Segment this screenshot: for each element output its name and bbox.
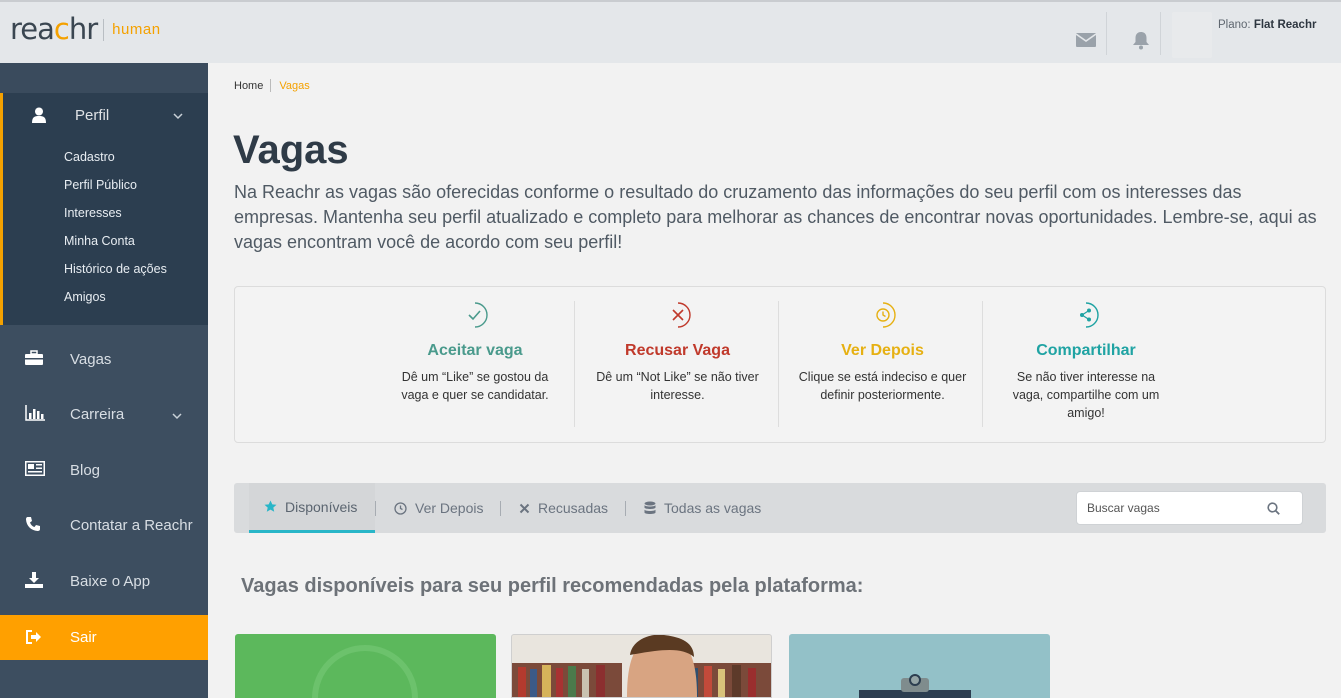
check-icon [461,301,489,329]
header-divider [1106,12,1107,55]
action-compartilhar: Compartilhar Se não tiver interesse na v… [1005,301,1167,422]
briefcase-icon [25,350,43,371]
sidebar-item-label: Blog [70,462,101,479]
phone-icon [25,516,41,537]
sidebar-item-contatar[interactable]: Contatar a Reachr [0,498,208,554]
actions-legend-card: Aceitar vaga Dê um “Like” se gostou da v… [234,286,1326,443]
sidebar-item-baixe-app[interactable]: Baixe o App [0,554,208,610]
submenu-item-cadastro[interactable]: Cadastro [64,150,167,178]
action-title: Recusar Vaga [625,342,730,359]
sidebar-item-vagas[interactable]: Vagas [0,332,208,388]
breadcrumb-current: Vagas [279,79,310,92]
tab-label: Disponíveis [285,498,358,515]
submenu-item-amigos[interactable]: Amigos [64,290,167,318]
job-card[interactable] [235,634,496,698]
action-divider [574,301,575,427]
database-icon [644,501,656,515]
bar-chart-icon [25,405,45,426]
submenu-item-perfil-publico[interactable]: Perfil Público [64,178,167,206]
sidebar-item-label: Vagas [70,351,112,368]
mail-icon[interactable] [1075,33,1097,52]
sidebar-item-carreira[interactable]: Carreira [0,387,208,443]
sidebar-item-label: Baixe o App [70,573,151,590]
job-card-illustration [859,674,971,698]
breadcrumb-divider [270,79,272,92]
search-input[interactable] [1077,492,1257,524]
action-divider [982,301,983,427]
tab-ver-depois[interactable]: Ver Depois [394,483,483,533]
sign-out-icon [25,630,43,649]
submenu-item-interesses[interactable]: Interesses [64,206,167,234]
star-icon [264,500,277,513]
vagas-filter-bar: Disponíveis Ver Depois Recusadas Todas a… [234,483,1326,533]
logo-subtitle: human [112,21,161,38]
action-title: Ver Depois [841,342,924,359]
tab-disponiveis[interactable]: Disponíveis [249,483,375,533]
action-title: Aceitar vaga [427,342,523,359]
logo-divider [103,18,105,41]
x-icon [664,301,692,329]
breadcrumb: Home Vagas [234,79,310,92]
tab-label: Todas as vagas [664,500,762,516]
action-description: Dê um “Not Like” se não tiver interesse. [596,370,759,402]
breadcrumb-home[interactable]: Home [234,80,263,92]
search-icon[interactable] [1267,502,1280,520]
plan-info: Plano: Flat Reachr [1218,19,1316,31]
submenu-item-minha-conta[interactable]: Minha Conta [64,234,167,262]
tab-label: Recusadas [538,500,609,516]
job-card[interactable] [789,634,1050,698]
bell-icon[interactable] [1132,31,1150,55]
sidebar-item-label: Carreira [70,406,125,423]
sidebar: Perfil Cadastro Perfil Público Interesse… [0,63,208,698]
sidebar-item-perfil: Perfil Cadastro Perfil Público Interesse… [0,93,208,325]
perfil-submenu: Cadastro Perfil Público Interesses Minha… [64,150,167,318]
sidebar-item-label: Sair [70,629,97,646]
plan-label: Plano: [1218,19,1251,31]
page-title: Vagas [233,128,349,172]
tab-label: Ver Depois [415,500,484,516]
action-divider [778,301,779,427]
submenu-item-historico[interactable]: Histórico de ações [64,262,167,290]
job-card-illustration [312,645,418,698]
plan-value: Flat Reachr [1253,19,1317,31]
job-card[interactable] [511,634,772,698]
tab-divider [625,501,626,516]
job-card-photo [512,635,771,697]
header-divider [1160,12,1161,55]
action-ver-depois: Ver Depois Clique se está indeciso e que… [790,301,975,404]
sidebar-top-spacer [0,63,208,93]
sidebar-item-label: Perfil [75,107,110,124]
chevron-down-icon [172,408,182,426]
action-description: Clique se está indeciso e quer definir p… [798,370,967,402]
reachr-logo[interactable]: reachr human [10,15,161,44]
tab-divider [500,501,501,516]
sidebar-item-label: Contatar a Reachr [70,517,193,534]
x-icon [519,503,530,514]
tab-recusadas[interactable]: Recusadas [519,483,608,533]
sidebar-item-blog[interactable]: Blog [0,443,208,499]
page-description: Na Reachr as vagas são oferecidas confor… [234,182,1317,252]
action-title: Compartilhar [1036,342,1136,359]
sidebar-item-sair[interactable]: Sair [0,615,208,660]
share-icon [1072,301,1100,329]
action-aceitar: Aceitar vaga Dê um “Like” se gostou da v… [395,301,555,404]
clock-icon [869,301,897,329]
top-header: reachr human Plano: Flat Reachr [0,0,1341,63]
logo-wordmark: reachr [10,12,98,46]
user-icon [31,107,47,128]
perfil-toggle[interactable]: Perfil [3,93,208,143]
search-box [1076,491,1303,525]
clock-icon [394,501,407,515]
action-description: Dê um “Like” se gostou da vaga e quer se… [401,370,549,402]
action-recusar: Recusar Vaga Dê um “Not Like” se não tiv… [590,301,765,404]
avatar[interactable] [1172,12,1212,58]
newspaper-icon [25,461,45,481]
chevron-down-icon [173,108,183,126]
section-title: Vagas disponíveis para seu perfil recome… [241,575,864,597]
download-icon [25,572,43,593]
tab-todas[interactable]: Todas as vagas [644,483,761,533]
action-description: Se não tiver interesse na vaga, comparti… [1012,370,1160,420]
tab-divider [375,501,376,516]
